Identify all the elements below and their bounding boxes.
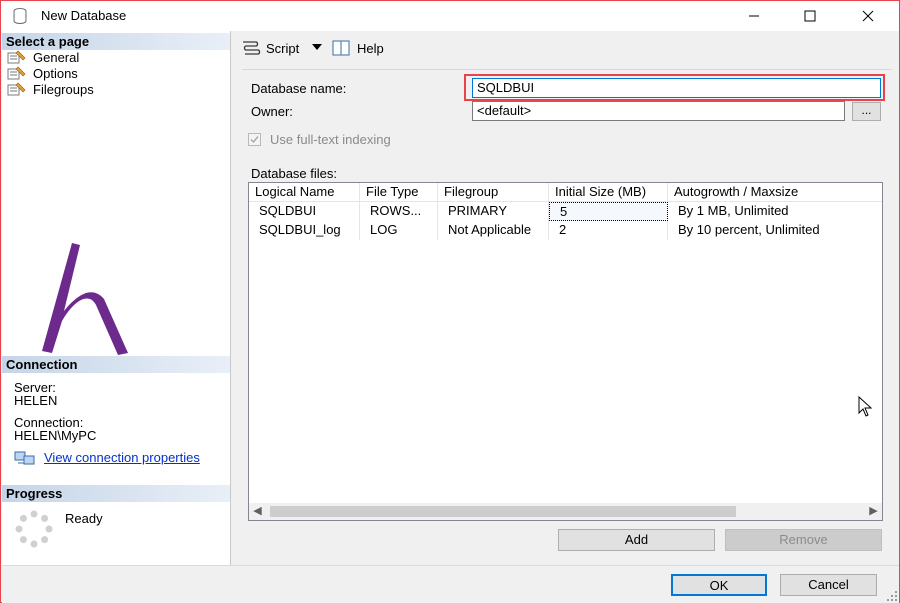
table-cell[interactable]: Not Applicable bbox=[438, 221, 549, 240]
spinner-icon bbox=[14, 509, 54, 552]
table-row[interactable]: SQLDBUI_log LOG Not Applicable 2 By 10 p… bbox=[249, 221, 882, 240]
script-icon bbox=[243, 41, 261, 55]
close-button[interactable] bbox=[845, 1, 891, 31]
select-page-header: Select a page bbox=[2, 33, 230, 50]
scroll-thumb[interactable] bbox=[270, 506, 736, 517]
grid-header: Logical Name File Type Filegroup Initial… bbox=[249, 183, 882, 202]
scroll-right-icon[interactable]: ▶ bbox=[865, 503, 882, 520]
page-item-label: Filegroups bbox=[33, 81, 94, 97]
table-cell[interactable]: LOG bbox=[360, 221, 438, 240]
table-cell[interactable]: SQLDBUI_log bbox=[249, 221, 360, 240]
column-header[interactable]: File Type bbox=[360, 183, 438, 202]
table-cell[interactable]: By 1 MB, Unlimited bbox=[668, 202, 882, 221]
column-header[interactable]: Filegroup bbox=[438, 183, 549, 202]
progress-header: Progress bbox=[2, 485, 230, 502]
minimize-icon bbox=[749, 15, 759, 17]
help-icon bbox=[332, 40, 350, 56]
table-cell[interactable]: ROWS... bbox=[360, 202, 438, 221]
fulltext-checkbox[interactable] bbox=[248, 133, 261, 146]
scroll-left-icon[interactable]: ◀ bbox=[249, 503, 266, 520]
mouse-cursor-icon bbox=[858, 396, 873, 417]
toolbar: Script Help bbox=[232, 31, 899, 63]
left-pane: Select a page General Options Filegroups… bbox=[2, 31, 231, 565]
owner-input[interactable]: <default> bbox=[472, 101, 845, 121]
maximize-button[interactable] bbox=[787, 1, 833, 31]
database-files-grid: Logical Name File Type Filegroup Initial… bbox=[248, 182, 883, 521]
table-cell[interactable]: 2 bbox=[549, 221, 668, 240]
script-label: Script bbox=[266, 40, 300, 56]
general-page: Script Help Database name: SQLDBUI Owner… bbox=[232, 31, 899, 565]
browse-owner-button[interactable]: ... bbox=[852, 102, 881, 121]
add-button[interactable]: Add bbox=[558, 529, 715, 551]
page-wrench-icon bbox=[7, 50, 27, 64]
window-title: New Database bbox=[41, 8, 127, 23]
table-cell[interactable]: 5 bbox=[549, 202, 668, 221]
script-button[interactable]: Script bbox=[240, 39, 299, 57]
table-cell[interactable]: SQLDBUI bbox=[249, 202, 360, 221]
page-wrench-icon bbox=[7, 66, 27, 80]
database-files-label: Database files: bbox=[251, 166, 337, 181]
fulltext-row[interactable]: Use full-text indexing bbox=[248, 132, 391, 147]
column-header[interactable]: Autogrowth / Maxsize bbox=[668, 183, 882, 202]
table-cell[interactable]: By 10 percent, Unlimited bbox=[668, 221, 882, 240]
owner-label: Owner: bbox=[251, 104, 293, 119]
logo-icon bbox=[42, 243, 128, 355]
dialog-footer: OK Cancel bbox=[2, 565, 899, 603]
page-item-general[interactable]: General bbox=[7, 49, 79, 65]
database-name-input[interactable]: SQLDBUI bbox=[472, 78, 881, 98]
page-item-label: Options bbox=[33, 65, 78, 81]
column-header[interactable]: Initial Size (MB) bbox=[549, 183, 668, 202]
progress-status: Ready bbox=[65, 511, 103, 526]
checkmark-icon bbox=[250, 136, 259, 144]
remove-button[interactable]: Remove bbox=[725, 529, 882, 551]
server-value: HELEN bbox=[14, 393, 58, 408]
close-icon bbox=[862, 10, 874, 22]
page-wrench-icon bbox=[7, 82, 27, 96]
view-connection-properties-link[interactable]: View connection properties bbox=[44, 450, 200, 465]
cancel-button[interactable]: Cancel bbox=[780, 574, 877, 596]
page-item-options[interactable]: Options bbox=[7, 65, 78, 81]
help-label: Help bbox=[357, 40, 384, 56]
new-database-dialog: New Database Select a page General Optio… bbox=[0, 0, 900, 603]
toolbar-divider bbox=[242, 69, 892, 70]
fulltext-label: Use full-text indexing bbox=[270, 132, 391, 147]
ok-button[interactable]: OK bbox=[671, 574, 767, 596]
maximize-icon bbox=[804, 10, 816, 22]
page-item-filegroups[interactable]: Filegroups bbox=[7, 81, 94, 97]
chevron-down-icon bbox=[312, 44, 322, 50]
resize-grip-icon[interactable] bbox=[886, 590, 898, 602]
connection-value: HELEN\MyPC bbox=[14, 428, 97, 443]
minimize-button[interactable] bbox=[731, 1, 777, 31]
page-item-label: General bbox=[33, 49, 80, 65]
title-bar: New Database bbox=[1, 1, 899, 31]
help-button[interactable]: Help bbox=[331, 39, 384, 57]
connection-header: Connection bbox=[2, 356, 230, 373]
table-row[interactable]: SQLDBUI ROWS... PRIMARY 5 By 1 MB, Unlim… bbox=[249, 202, 882, 221]
table-cell[interactable]: PRIMARY bbox=[438, 202, 549, 221]
connection-properties-icon bbox=[14, 450, 36, 469]
database-name-label: Database name: bbox=[251, 81, 347, 96]
horizontal-scrollbar[interactable]: ◀ ▶ bbox=[249, 503, 882, 520]
database-icon bbox=[13, 8, 27, 24]
script-dropdown[interactable] bbox=[312, 44, 322, 50]
column-header[interactable]: Logical Name bbox=[249, 183, 360, 202]
